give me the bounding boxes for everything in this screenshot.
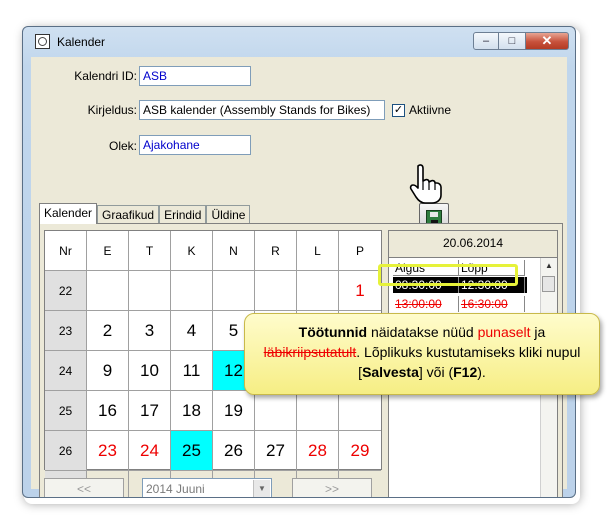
header-e: E <box>87 231 129 271</box>
kirjeldus-label: Kirjeldus: <box>87 103 137 117</box>
callout-bold-2: Salvesta <box>362 364 419 380</box>
calendar-empty-cell[interactable] <box>297 391 339 431</box>
calendar-day-cell[interactable]: 3 <box>129 311 171 351</box>
list-item[interactable]: 13:00:00 16:30:00 <box>393 296 527 312</box>
hand-pointer-icon <box>409 164 442 204</box>
month-select-value: 2014 Juuni <box>146 482 205 496</box>
tab-erindid[interactable]: Erindid <box>159 205 207 224</box>
calendar-day-cell[interactable]: 11 <box>171 351 213 391</box>
olek-label: Olek: <box>108 139 137 153</box>
calendar-week-row: 26 23 24 25 26 27 28 29 <box>45 431 381 471</box>
callout-bold-1: Töötunnid <box>298 324 368 340</box>
callout-red-1: punaselt <box>477 324 531 340</box>
caption-buttons: – □ ✕ <box>473 32 569 50</box>
callout-text-4: ] või ( <box>418 364 454 380</box>
calendar-day-cell[interactable]: 24 <box>129 431 171 471</box>
calendar-empty-cell[interactable] <box>213 271 255 311</box>
prev-month-button[interactable]: << <box>44 478 124 497</box>
tab-kalender[interactable]: Kalender <box>39 203 98 224</box>
calendar-empty-cell[interactable] <box>255 271 297 311</box>
header-n: N <box>213 231 255 271</box>
next-month-button[interactable]: >> <box>292 478 372 497</box>
calendar-day-cell[interactable]: 1 <box>339 271 381 311</box>
calendar-empty-cell[interactable] <box>255 391 297 431</box>
callout-strike-1: läbikriipsutatult <box>263 344 357 360</box>
deleted-row-highlight <box>378 264 518 286</box>
kirjeldus-input[interactable]: ASB kalender (Assembly Stands for Bikes) <box>139 100 385 120</box>
header-p: P <box>339 231 381 271</box>
month-select[interactable]: 2014 Juuni ▼ <box>142 478 272 497</box>
calendar-day-cell[interactable]: 27 <box>255 431 297 471</box>
calendar-day-cell[interactable]: 17 <box>129 391 171 431</box>
week-number: 22 <box>45 271 87 311</box>
week-number: 24 <box>45 351 87 391</box>
scroll-down-icon[interactable]: ▼ <box>541 492 557 497</box>
calendar-empty-cell[interactable] <box>87 271 129 311</box>
tab-graafikud[interactable]: Graafikud <box>97 205 160 224</box>
calendar-day-cell[interactable]: 29 <box>339 431 381 471</box>
calendar-week-row: 22 1 <box>45 271 381 311</box>
calendar-app-icon <box>35 34 50 49</box>
scroll-up-icon[interactable]: ▲ <box>541 258 557 274</box>
kalendri-id-input[interactable]: ASB <box>139 66 251 86</box>
calendar-day-cell[interactable]: 4 <box>171 311 213 351</box>
calendar-day-cell[interactable]: 25 <box>171 431 213 471</box>
calendar-empty-cell[interactable] <box>171 271 213 311</box>
week-number: 25 <box>45 391 87 431</box>
calendar-header-row: Nr E T K N R L P <box>45 231 381 271</box>
callout-bold-3: F12 <box>453 364 478 380</box>
header-r: R <box>255 231 297 271</box>
olek-input[interactable]: Ajakohane <box>139 135 251 155</box>
minimize-button[interactable]: – <box>473 32 499 50</box>
week-number: 26 <box>45 431 87 471</box>
callout-text-1: näidatakse nüüd <box>367 324 478 340</box>
close-button[interactable]: ✕ <box>525 32 569 50</box>
maximize-button[interactable]: □ <box>499 32 525 50</box>
kalender-window: Kalender – □ ✕ Kalendri ID: ASB Kirjeldu… <box>22 26 576 498</box>
calendar-day-cell[interactable]: 23 <box>87 431 129 471</box>
calendar-day-cell[interactable]: 28 <box>297 431 339 471</box>
kalendri-id-label: Kalendri ID: <box>74 69 137 83</box>
month-navigation: << 2014 Juuni ▼ >> <box>44 478 382 497</box>
row-end: 16:30:00 <box>459 296 525 312</box>
calendar-empty-cell[interactable] <box>297 271 339 311</box>
aktiivne-checkbox[interactable]: ✓ <box>392 104 405 117</box>
calendar-day-cell[interactable]: 19 <box>213 391 255 431</box>
calendar-week-row: 25 16 17 18 19 <box>45 391 381 431</box>
aktiivne-label: Aktiivne <box>409 103 452 117</box>
title-bar[interactable]: Kalender – □ ✕ <box>23 27 575 57</box>
calendar-empty-cell[interactable] <box>129 271 171 311</box>
calendar-day-cell[interactable]: 18 <box>171 391 213 431</box>
calendar-empty-cell[interactable] <box>339 391 381 431</box>
help-callout: Töötunnid näidatakse nüüd punaselt ja lä… <box>244 313 600 395</box>
header-k: K <box>171 231 213 271</box>
calendar-day-cell[interactable]: 26 <box>213 431 255 471</box>
calendar-day-cell[interactable]: 2 <box>87 311 129 351</box>
chevron-down-icon[interactable]: ▼ <box>253 480 270 497</box>
tab-bar: Kalender Graafikud Erindid Üldine <box>39 203 251 224</box>
callout-text-5: ). <box>477 364 486 380</box>
scroll-thumb[interactable] <box>542 276 555 292</box>
row-start: 13:00:00 <box>393 296 459 312</box>
calendar-day-cell[interactable]: 16 <box>87 391 129 431</box>
callout-text-2: ja <box>530 324 546 340</box>
calendar-day-cell[interactable]: 10 <box>129 351 171 391</box>
selected-date: 20.06.2014 <box>442 236 504 250</box>
calendar-day-cell[interactable]: 9 <box>87 351 129 391</box>
header-l: L <box>297 231 339 271</box>
header-t: T <box>129 231 171 271</box>
week-number: 23 <box>45 311 87 351</box>
header-nr: Nr <box>45 231 87 271</box>
window-title: Kalender <box>57 35 106 49</box>
tab-uldine[interactable]: Üldine <box>206 205 251 224</box>
